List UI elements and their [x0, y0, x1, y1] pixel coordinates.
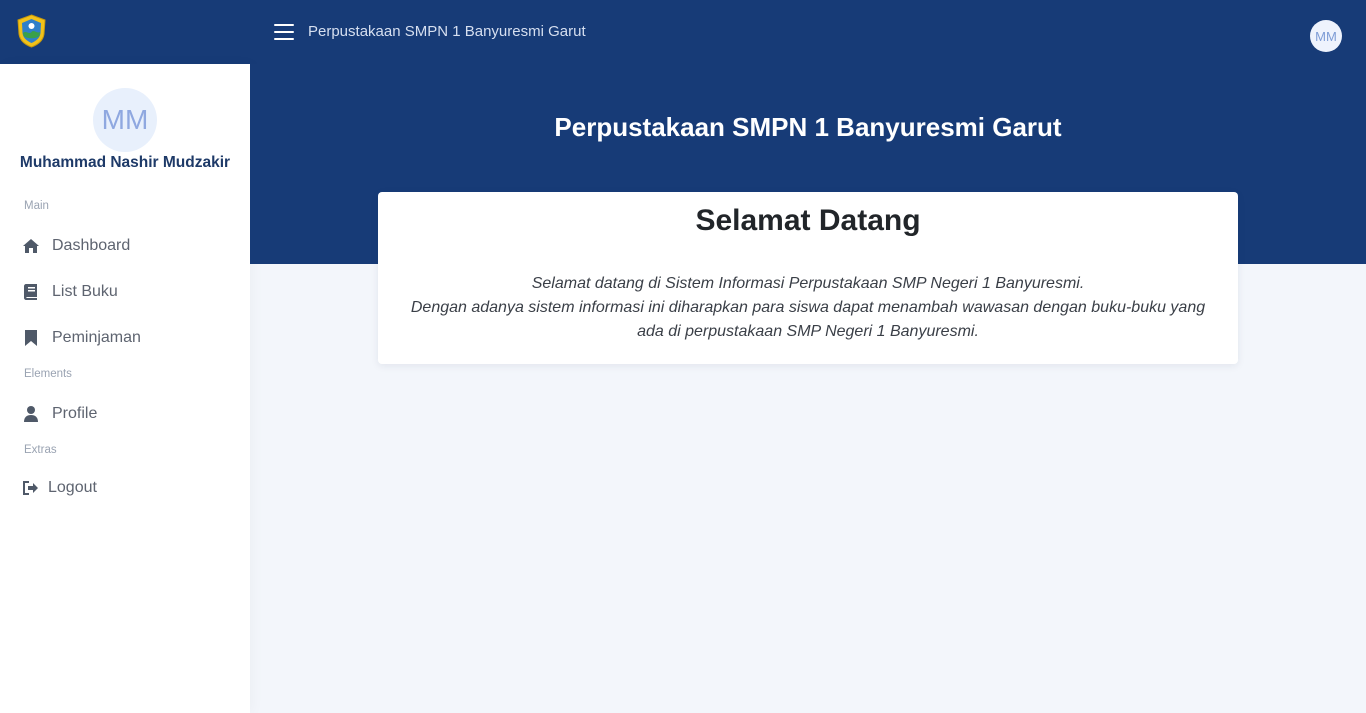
welcome-card-body: Selamat datang di Sistem Informasi Perpu…: [398, 272, 1218, 344]
sidebar-item-label: Dashboard: [52, 237, 131, 254]
navbar-title: Perpustakaan SMPN 1 Banyuresmi Garut: [308, 23, 586, 40]
bookmark-icon: [22, 329, 40, 347]
user-avatar[interactable]: MM: [1310, 20, 1342, 52]
sidebar-item-profile[interactable]: Profile: [0, 394, 250, 434]
welcome-text-line-1: Selamat datang di Sistem Informasi Perpu…: [531, 275, 1085, 292]
sidebar-item-dashboard[interactable]: Dashboard: [0, 226, 250, 266]
welcome-card-title: Selamat Datang: [695, 204, 921, 237]
sidebar-item-label: List Buku: [52, 283, 118, 300]
section-label-extras: Extras: [24, 444, 57, 456]
sidebar-item-logout[interactable]: Logout: [0, 468, 250, 508]
sidebar: MM Muhammad Nashir Mudzakir Main Dashboa…: [0, 64, 250, 713]
logo-area: [0, 0, 250, 64]
sign-out-icon: [22, 479, 40, 497]
book-icon: [22, 283, 40, 301]
sidebar-avatar: MM: [93, 88, 157, 152]
sidebar-item-label: Peminjaman: [52, 329, 141, 346]
sidebar-item-label: Profile: [52, 405, 98, 422]
user-icon: [22, 405, 40, 423]
sidebar-item-label: Logout: [48, 479, 97, 496]
school-logo-icon[interactable]: [16, 14, 47, 48]
home-icon: [22, 237, 40, 255]
section-label-main: Main: [24, 200, 49, 212]
page-title: Perpustakaan SMPN 1 Banyuresmi Garut: [554, 112, 1062, 142]
sidebar-item-list-buku[interactable]: List Buku: [0, 272, 250, 312]
menu-toggle-icon[interactable]: [274, 24, 294, 40]
welcome-text-line-2: Dengan adanya sistem informasi ini dihar…: [410, 299, 1206, 340]
sidebar-user-name: Muhammad Nashir Mudzakir: [19, 154, 231, 171]
sidebar-item-peminjaman[interactable]: Peminjaman: [0, 318, 250, 358]
section-label-elements: Elements: [24, 368, 72, 380]
welcome-card: Selamat Datang Selamat datang di Sistem …: [378, 192, 1238, 364]
